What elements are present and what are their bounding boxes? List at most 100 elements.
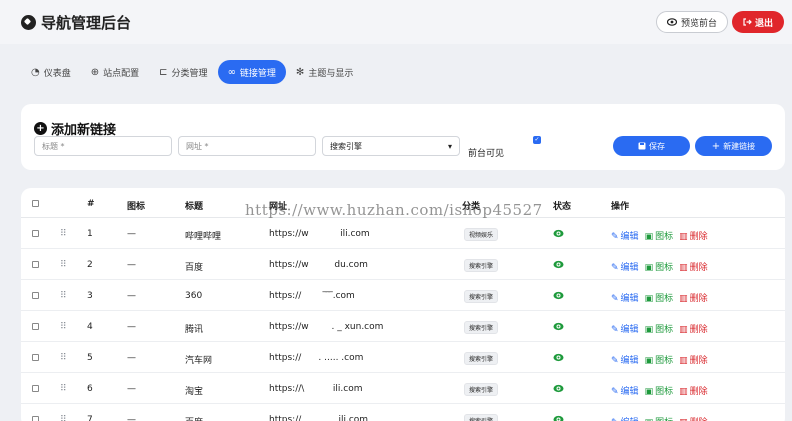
drag-handle-icon[interactable]: ⠿: [60, 291, 67, 301]
delete-button[interactable]: ▥删除: [679, 260, 708, 273]
tab-dashboard[interactable]: ◔ 仪表盘: [21, 60, 81, 84]
icon-label: 图标: [655, 263, 674, 273]
row-checkbox[interactable]: [32, 323, 39, 330]
row-icon-placeholder: —: [127, 415, 136, 421]
edit-label: 编辑: [620, 263, 639, 273]
row-title: 汽车网: [185, 356, 213, 366]
watermark: https://www.huzhan.com/ishop45527: [245, 201, 543, 219]
row-num: 4: [87, 322, 93, 332]
edit-button[interactable]: ✎编辑: [611, 415, 639, 421]
new-link-button[interactable]: + 新建链接: [695, 136, 772, 156]
title-input[interactable]: 标题 *: [34, 136, 172, 156]
category-badge: 搜索引擎: [464, 259, 499, 272]
tab-categories[interactable]: ⊏ 分类管理: [149, 60, 217, 84]
drag-handle-icon[interactable]: ⠿: [60, 260, 67, 270]
icon-button[interactable]: ▣图标: [645, 229, 674, 242]
plus-circle-icon: +: [34, 122, 47, 135]
url-placeholder: 网址 *: [186, 141, 209, 151]
image-icon: ▣: [644, 356, 654, 366]
row-checkbox[interactable]: [32, 261, 39, 268]
tab-site-config[interactable]: ⊕ 站点配置: [81, 60, 149, 84]
icon-button[interactable]: ▣图标: [645, 415, 674, 421]
row-checkbox[interactable]: [32, 230, 39, 237]
logout-button[interactable]: 退出: [732, 11, 784, 33]
globe-icon: ⊕: [90, 66, 100, 78]
url-input[interactable]: 网址 *: [178, 136, 316, 156]
image-icon: ▣: [644, 232, 654, 242]
plus-icon: +: [711, 140, 721, 152]
visible-eye-icon[interactable]: [553, 260, 564, 269]
delete-button[interactable]: ▥删除: [679, 415, 708, 421]
select-all-checkbox[interactable]: [32, 200, 39, 207]
row-checkbox[interactable]: [32, 416, 39, 421]
drag-handle-icon[interactable]: ⠿: [60, 353, 67, 363]
row-title: 360: [185, 291, 203, 301]
icon-button[interactable]: ▣图标: [645, 384, 674, 397]
chevron-down-icon: ▾: [447, 141, 452, 151]
edit-label: 编辑: [620, 325, 639, 335]
nav-tabs: ◔ 仪表盘 ⊕ 站点配置 ⊏ 分类管理 ∞ 链接管理 ✻ 主题与显示: [21, 60, 363, 84]
save-button[interactable]: 保存: [613, 136, 690, 156]
icon-label: 图标: [655, 356, 674, 366]
edit-label: 编辑: [620, 232, 639, 242]
delete-button[interactable]: ▥删除: [679, 384, 708, 397]
delete-button[interactable]: ▥删除: [679, 353, 708, 366]
visible-eye-icon[interactable]: [553, 229, 564, 238]
delete-button[interactable]: ▥删除: [679, 291, 708, 304]
drag-handle-icon[interactable]: ⠿: [60, 415, 67, 421]
drag-handle-icon[interactable]: ⠿: [60, 322, 67, 332]
drag-handle-icon[interactable]: ⠿: [60, 384, 67, 394]
edit-button[interactable]: ✎编辑: [611, 291, 639, 304]
visible-eye-icon[interactable]: [553, 415, 564, 421]
delete-label: 删除: [689, 325, 708, 335]
edit-button[interactable]: ✎编辑: [611, 353, 639, 366]
trash-icon: ▥: [679, 294, 688, 304]
edit-label: 编辑: [620, 294, 639, 304]
visible-checkbox[interactable]: ✓: [533, 136, 541, 144]
tab-label: 链接管理: [239, 68, 276, 79]
visible-eye-icon[interactable]: [553, 322, 564, 331]
category-selected-value: 搜索引擎: [330, 141, 362, 151]
drag-handle-icon[interactable]: ⠿: [60, 229, 67, 239]
link-icon: ∞: [227, 66, 236, 78]
row-checkbox[interactable]: [32, 354, 39, 361]
visible-eye-icon[interactable]: [553, 291, 564, 300]
row-actions: ✎编辑 ▣图标 ▥删除: [611, 353, 708, 366]
edit-button[interactable]: ✎编辑: [611, 260, 639, 273]
table-row: ⠿ 7 — 百度 https:// ili.com 搜索引擎 ✎编辑 ▣图标 ▥删除: [21, 404, 785, 421]
row-num: 5: [87, 353, 93, 363]
image-icon: ▣: [644, 263, 654, 273]
row-checkbox[interactable]: [32, 292, 39, 299]
icon-button[interactable]: ▣图标: [645, 260, 674, 273]
icon-label: 图标: [655, 232, 674, 242]
delete-button[interactable]: ▥删除: [679, 322, 708, 335]
edit-button[interactable]: ✎编辑: [611, 384, 639, 397]
tab-links[interactable]: ∞ 链接管理: [217, 60, 286, 84]
trash-icon: ▥: [679, 356, 688, 366]
preview-frontend-button[interactable]: 预览前台: [656, 11, 728, 33]
visible-eye-icon[interactable]: [553, 384, 564, 393]
row-num: 6: [87, 384, 93, 394]
col-actions: 操作: [611, 202, 630, 212]
tab-label: 主题与显示: [308, 68, 354, 79]
row-url: https://w . _ xun.com: [269, 322, 384, 332]
row-checkbox[interactable]: [32, 385, 39, 392]
row-url: https://\ ili.com: [269, 384, 363, 394]
icon-button[interactable]: ▣图标: [645, 353, 674, 366]
row-url: https://w ili.com: [269, 229, 370, 239]
gear-icon: ✻: [295, 66, 305, 78]
category-badge: 搜索引擎: [464, 352, 499, 365]
category-badge: 视频娱乐: [464, 228, 499, 241]
icon-button[interactable]: ▣图标: [645, 322, 674, 335]
icon-button[interactable]: ▣图标: [645, 291, 674, 304]
edit-button[interactable]: ✎编辑: [611, 322, 639, 335]
visible-eye-icon[interactable]: [553, 353, 564, 362]
delete-button[interactable]: ▥删除: [679, 229, 708, 242]
category-select[interactable]: 搜索引擎 ▾: [322, 136, 460, 156]
edit-button[interactable]: ✎编辑: [611, 229, 639, 242]
tab-theme[interactable]: ✻ 主题与显示: [286, 60, 363, 84]
compass-icon: [21, 15, 36, 30]
image-icon: ▣: [644, 294, 654, 304]
preview-label: 预览前台: [680, 18, 717, 29]
icon-label: 图标: [655, 325, 674, 335]
